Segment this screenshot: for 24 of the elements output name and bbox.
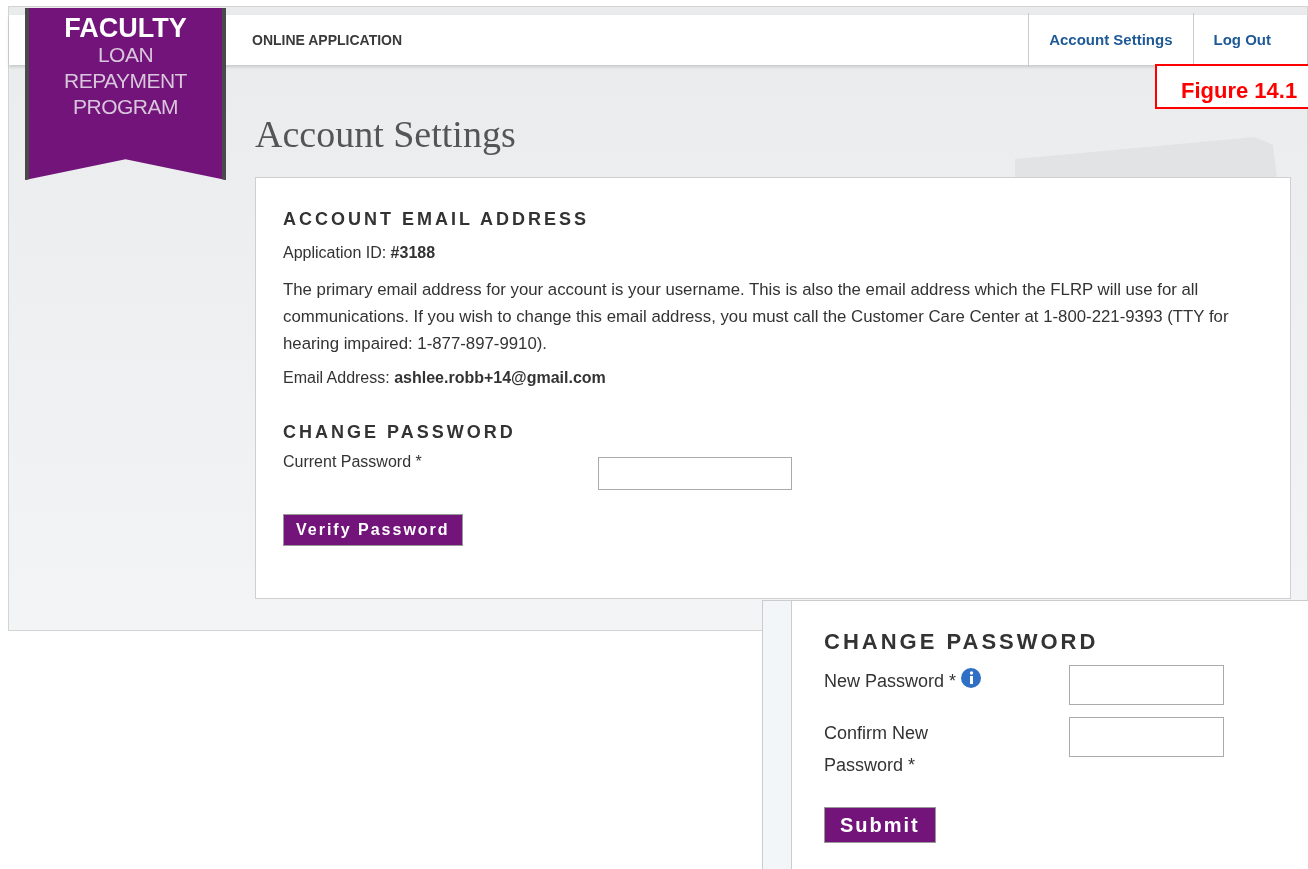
page-title: Account Settings — [255, 115, 516, 157]
figure-label: Figure 14.1 — [1155, 64, 1308, 109]
email-address: Email Address: ashlee.robb+14@gmail.com — [283, 368, 607, 388]
logo-text: LOAN — [97, 42, 154, 68]
field-label: New Password * — [824, 670, 957, 693]
section-heading: ACCOUNT EMAIL ADDRESS — [283, 208, 590, 230]
logo-text: FACULTY — [64, 14, 187, 42]
section-heading: CHANGE PASSWORD — [824, 629, 1100, 655]
verify-password-button[interactable]: Verify Password — [283, 514, 463, 546]
section-heading: CHANGE PASSWORD — [283, 421, 517, 443]
logo-text: REPAYMENT — [64, 68, 187, 94]
submit-button[interactable]: Submit — [824, 807, 936, 843]
application-id: Application ID: #3188 — [283, 243, 437, 263]
header-title: ONLINE APPLICATION — [252, 30, 403, 50]
header-link[interactable]: Account Settings — [1049, 28, 1173, 52]
input-field[interactable] — [1069, 665, 1224, 705]
field-label: Confirm New Password * — [824, 722, 930, 777]
header-link[interactable]: Log Out — [1213, 28, 1271, 52]
field-label: Current Password * — [283, 452, 423, 472]
description-paragraph: The primary email address for your account is your username. This is also the email address which the FLRP will use for all communications. If you wish to change this email address, you must call the Customer Care Center at 1-800-221-9393 (TTY for hearing impaired: 1-877-897-9910). — [283, 279, 1230, 355]
input-field[interactable] — [1069, 717, 1224, 757]
logo-text: PROGRAM — [73, 94, 178, 120]
input-field[interactable] — [598, 457, 792, 490]
info-icon[interactable] — [960, 667, 983, 689]
